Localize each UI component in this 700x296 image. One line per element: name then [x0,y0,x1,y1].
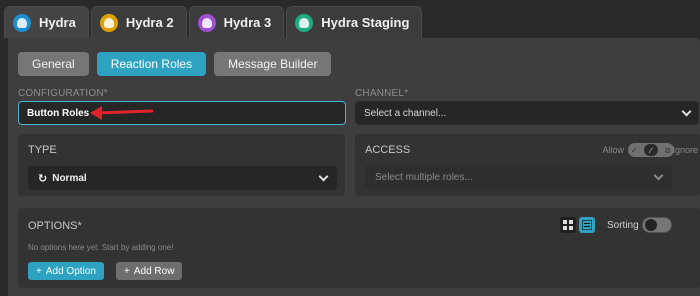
hydra-logo-icon [13,13,31,32]
tab-label: Hydra 2 [125,15,174,30]
add-option-button[interactable]: + Add Option [28,262,104,280]
annotation-arrow-icon [90,106,154,120]
configuration-input[interactable]: Button Roles [18,101,346,125]
access-card: ACCESS Allow ✓ ∕ ⊘ Ignore Select multipl… [355,134,700,196]
check-icon: ✓ [631,145,638,155]
channel-select[interactable]: Select a channel... [355,101,699,125]
server-tabs: Hydra Hydra 2 Hydra 3 Hydra Staging [4,6,423,38]
rotate-icon: ↻ [38,172,48,185]
subtab-reaction-roles[interactable]: Reaction Roles [96,52,207,76]
type-select[interactable]: ↻ Normal [28,166,337,190]
roles-multiselect[interactable]: Select multiple roles... [365,165,672,189]
options-card: OPTIONS* Sorting No options here yet. St… [18,208,700,288]
subtab-general[interactable]: General [18,52,89,76]
channel-label: CHANNEL* [355,88,409,99]
sorting-label: Sorting [607,220,639,231]
tab-hydra-staging[interactable]: Hydra Staging [286,6,423,38]
ignore-label: Ignore [672,145,698,155]
chevron-down-icon [653,170,664,180]
grid-view-button[interactable] [560,217,576,233]
hydra-staging-logo-icon [295,13,314,32]
list-view-button[interactable] [579,217,595,233]
plus-icon: + [124,265,130,277]
type-title: TYPE [28,144,57,156]
toggle-knob: ∕ [644,144,658,156]
options-title: OPTIONS* [28,220,82,232]
configuration-label: CONFIGURATION* [18,88,108,99]
type-card: TYPE ↻ Normal [18,134,345,196]
add-row-button[interactable]: + Add Row [116,262,183,280]
sorting-switch[interactable] [642,217,672,233]
allow-ignore-toggle[interactable]: ✓ ∕ ⊘ [628,143,674,157]
block-icon: ⊘ [664,145,671,155]
allow-label: Allow [602,145,624,155]
chevron-down-icon [318,171,329,181]
hydra-2-logo-icon [99,13,118,32]
tab-label: Hydra 3 [223,15,272,30]
roles-placeholder: Select multiple roles... [375,171,473,183]
hydra-3-logo-icon [197,13,216,32]
type-value: Normal [52,172,87,184]
add-option-label: Add Option [45,265,96,277]
access-title: ACCESS [365,144,411,156]
subtab-bar: General Reaction Roles Message Builder [18,52,332,76]
subtab-message-builder[interactable]: Message Builder [214,52,332,76]
channel-placeholder: Select a channel... [364,107,447,119]
chevron-down-icon [681,106,692,116]
add-row-label: Add Row [133,265,175,277]
tab-hydra[interactable]: Hydra [4,6,89,38]
main-panel: General Reaction Roles Message Builder C… [8,38,700,296]
options-empty-text: No options here yet. Start by adding one… [28,243,174,252]
list-icon [582,220,592,230]
plus-icon: + [36,265,42,277]
tab-hydra-3[interactable]: Hydra 3 [188,6,285,38]
tab-label: Hydra [39,15,76,30]
tab-label: Hydra Staging [321,15,410,30]
configuration-value: Button Roles [27,107,90,119]
grid-icon [563,220,573,230]
tab-hydra-2[interactable]: Hydra 2 [90,6,187,38]
